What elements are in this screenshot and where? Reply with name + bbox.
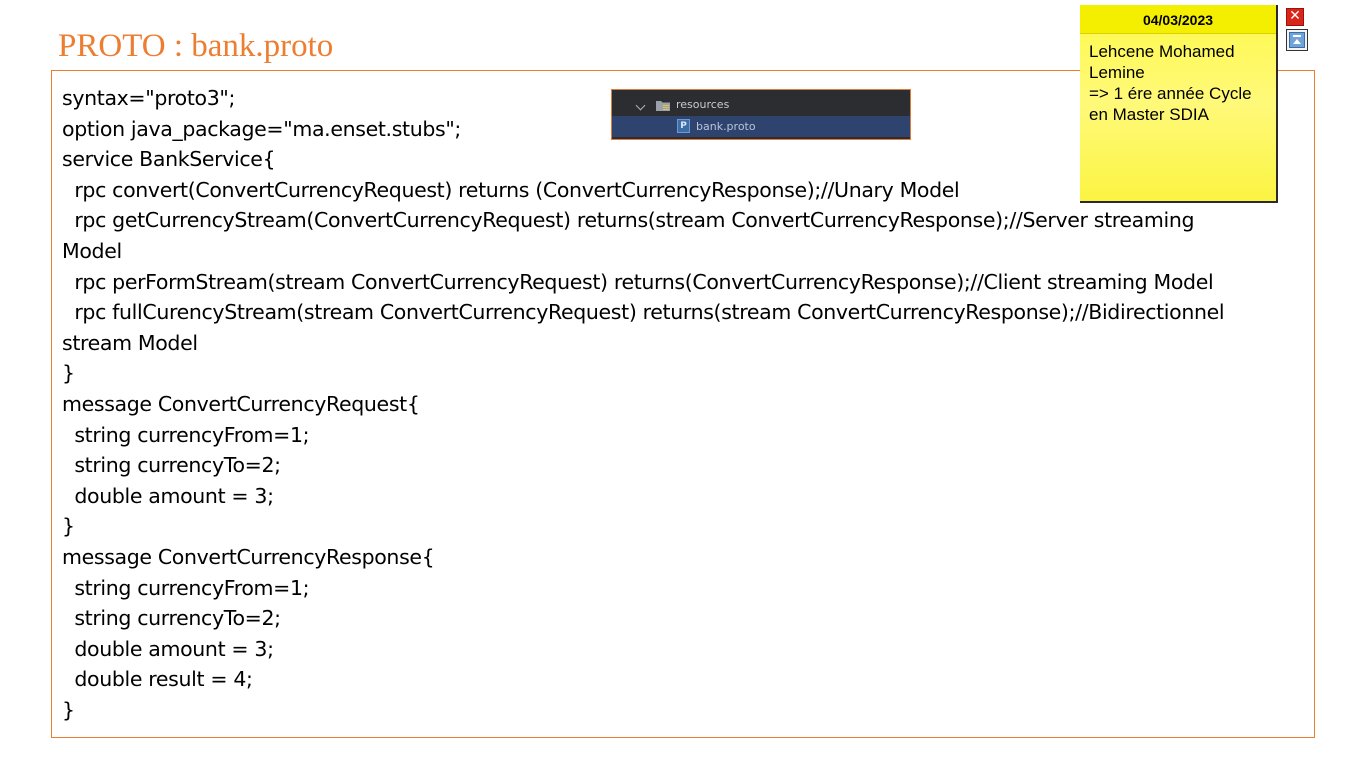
tree-item-label: resources (676, 98, 730, 111)
project-tree-screenshot: resources P bank.proto (611, 89, 911, 140)
sticky-note[interactable]: 04/03/2023 Lehcene Mohamed Lemine => 1 é… (1080, 5, 1278, 203)
sticky-note-line: Lehcene Mohamed (1089, 42, 1235, 61)
code-line: string currencyTo=2; (62, 453, 281, 478)
minimize-icon (1289, 32, 1305, 48)
code-line: } (62, 697, 75, 722)
sticky-note-date: 04/03/2023 (1080, 5, 1276, 34)
folder-icon (656, 101, 670, 111)
chevron-down-icon[interactable] (635, 100, 646, 111)
proto-code-block: syntax="proto3"; option java_package="ma… (62, 83, 1225, 725)
code-line: rpc fullCurencyStream(stream ConvertCurr… (62, 300, 1225, 325)
close-icon[interactable]: ✕ (1286, 8, 1304, 26)
code-line: Model (62, 238, 122, 263)
minimize-icon-arrow (1293, 39, 1301, 44)
code-line: double amount = 3; (62, 636, 274, 661)
code-line: message ConvertCurrencyRequest{ (62, 391, 420, 416)
tree-item-resources[interactable]: resources (612, 95, 910, 115)
sticky-note-body[interactable]: Lehcene Mohamed Lemine => 1 ére année Cy… (1089, 41, 1279, 125)
code-line: string currencyFrom=1; (62, 575, 310, 600)
sticky-note-line: en Master SDIA (1089, 105, 1209, 124)
minimize-button[interactable] (1286, 29, 1308, 51)
code-line: rpc perFormStream(stream ConvertCurrency… (62, 269, 1214, 294)
proto-file-icon: P (677, 119, 690, 133)
code-line: } (62, 514, 75, 539)
code-line: double amount = 3; (62, 483, 274, 508)
slide: PROTO : bank.proto syntax="proto3"; opti… (0, 0, 1366, 768)
code-line: rpc getCurrencyStream(ConvertCurrencyReq… (62, 208, 1195, 233)
code-line: string currencyTo=2; (62, 606, 281, 631)
code-line: rpc convert(ConvertCurrencyRequest) retu… (62, 177, 960, 202)
code-line: message ConvertCurrencyResponse{ (62, 544, 435, 569)
sticky-note-line: => 1 ére année Cycle (1089, 84, 1252, 103)
code-line: string currencyFrom=1; (62, 422, 310, 447)
tree-top-strip (612, 90, 910, 94)
code-line: stream Model (62, 330, 198, 355)
slide-title: PROTO : bank.proto (58, 28, 334, 64)
tree-item-bank-proto[interactable]: P bank.proto (612, 116, 910, 137)
code-line: } (62, 361, 75, 386)
code-line: double result = 4; (62, 667, 253, 692)
minimize-icon-bar (1293, 35, 1301, 37)
sticky-note-line: Lemine (1089, 63, 1145, 82)
code-line: service BankService{ (62, 147, 276, 172)
tree-item-label: bank.proto (696, 120, 756, 133)
